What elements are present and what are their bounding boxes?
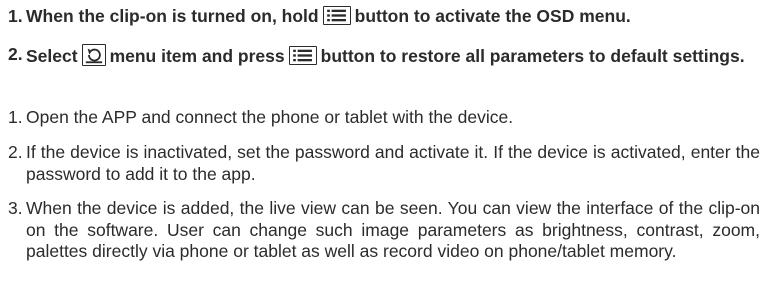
osd-step-2: 2. Select menu item and press button to re…	[8, 44, 760, 68]
osd-step-1: 1. When the clip-on is turned on, hold bu…	[8, 6, 760, 28]
step-text-mid: menu item and press	[109, 46, 285, 66]
step-number: 2.	[8, 44, 23, 64]
step-text: Open the APP and connect the phone or ta…	[26, 107, 514, 127]
step-text: When the device is added, the live view …	[26, 198, 760, 261]
step-text-before: When the clip-on is turned on, hold	[26, 6, 319, 26]
step-text-select: Select	[26, 46, 78, 66]
app-step-1: 1. Open the APP and connect the phone or…	[8, 107, 760, 129]
restore-icon	[81, 44, 106, 66]
step-number: 1.	[8, 107, 23, 127]
step-text-after: button to restore all parameters to defa…	[320, 46, 745, 66]
menu-icon	[322, 6, 351, 25]
osd-step-2-text: Select menu item and press button to resto…	[26, 44, 760, 68]
step-text: If the device is inactivated, set the pa…	[26, 142, 760, 184]
step-number: 2.	[8, 142, 23, 162]
step-number: 3.	[8, 198, 23, 218]
manual-page: 1. When the clip-on is turned on, hold bu…	[0, 0, 767, 287]
app-step-3: 3. When the device is added, the live vi…	[8, 198, 760, 263]
step-number: 1.	[8, 6, 23, 26]
step-text-after: button to activate the OSD menu.	[354, 6, 631, 26]
app-step-2: 2. If the device is inactivated, set the…	[8, 142, 760, 185]
osd-step-1-text: When the clip-on is turned on, hold butto…	[26, 6, 760, 28]
menu-icon	[288, 46, 317, 65]
